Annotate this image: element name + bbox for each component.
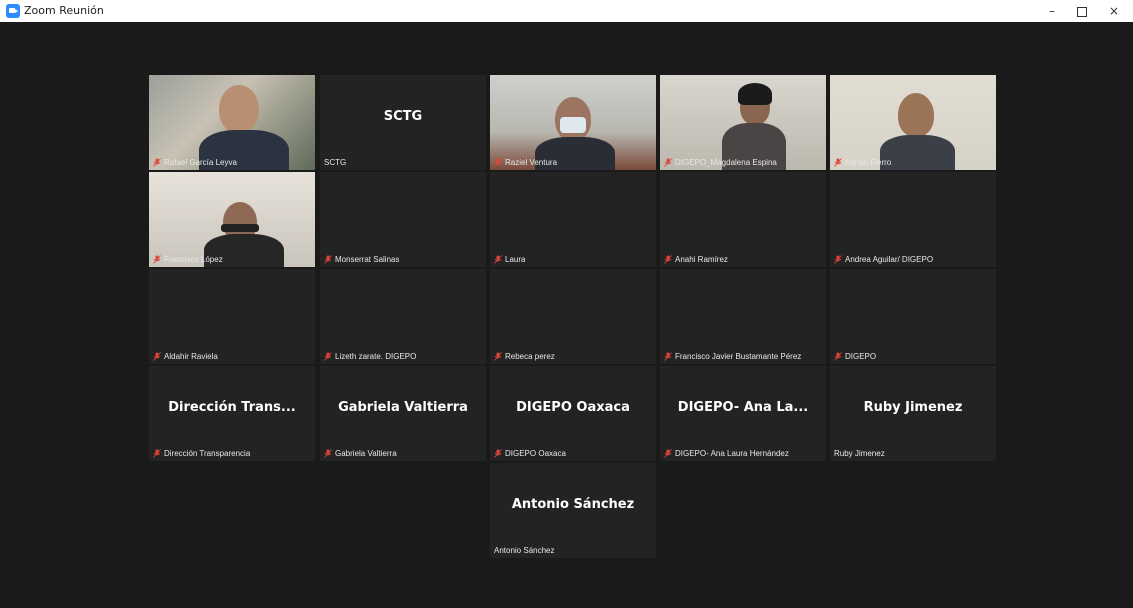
muted-microphone-icon (324, 352, 332, 361)
participant-name-label: DIGEPO Oaxaca (494, 449, 566, 458)
participant-tile[interactable]: Dirección Trans... Dirección Transparenc… (149, 366, 315, 461)
window-titlebar: Zoom Reunión – × (0, 0, 1133, 22)
participant-name-label: Monserrat Salinas (324, 255, 399, 264)
participant-center-name: DIGEPO Oaxaca (516, 400, 630, 415)
muted-microphone-icon (834, 158, 842, 167)
participant-tile[interactable]: Andrea Aguilar/ DIGEPO (830, 172, 996, 267)
muted-microphone-icon (834, 352, 842, 361)
participant-tile[interactable]: Adrian Fierro (830, 75, 996, 170)
participant-name-label: Raziel Ventura (494, 158, 557, 167)
participant-name-label: Francisco Javier Bustamante Pérez (664, 352, 801, 361)
participant-name-label: DIGEPO_Magdalena Espina (664, 158, 777, 167)
muted-microphone-icon (664, 352, 672, 361)
participant-name-label: Dirección Transparencia (153, 449, 250, 458)
participant-center-name: DIGEPO- Ana La... (677, 400, 809, 415)
gallery-view: Rafael García Leyva SCTG SCTG Raziel Ven… (6, 22, 1127, 608)
muted-microphone-icon (494, 352, 502, 361)
participant-name-label: Aldahir Raviela (153, 352, 218, 361)
participant-tile[interactable]: Francisco López (149, 172, 315, 267)
participant-center-name: Gabriela Valtierra (338, 400, 468, 415)
muted-microphone-icon (494, 449, 502, 458)
participant-name-label: Antonio Sánchez (494, 546, 555, 555)
participant-tile[interactable]: DIGEPO (830, 269, 996, 364)
participant-name-label: Adrian Fierro (834, 158, 891, 167)
participant-tile[interactable]: Anahi Ramírez (660, 172, 826, 267)
participant-tile[interactable]: Ruby Jimenez Ruby Jimenez (830, 366, 996, 461)
window-title: Zoom Reunión (24, 4, 104, 17)
participant-name-label: Rebeca perez (494, 352, 555, 361)
participant-tile[interactable]: Rafael García Leyva (149, 75, 315, 170)
participant-tile[interactable]: DIGEPO- Ana La... DIGEPO- Ana Laura Hern… (660, 366, 826, 461)
maximize-icon (1077, 7, 1087, 17)
muted-microphone-icon (664, 158, 672, 167)
participant-center-name: Dirección Trans... (168, 400, 296, 415)
muted-microphone-icon (834, 255, 842, 264)
participant-name-label: SCTG (324, 158, 347, 167)
muted-microphone-icon (153, 449, 161, 458)
participant-center-name: Ruby Jimenez (863, 400, 963, 415)
participant-video (149, 172, 315, 267)
minimize-button[interactable]: – (1037, 0, 1067, 22)
participant-name-label: Anahi Ramírez (664, 255, 728, 264)
participant-center-name: SCTG (383, 109, 423, 124)
participant-tile[interactable]: Francisco Javier Bustamante Pérez (660, 269, 826, 364)
participant-tile[interactable]: Laura (490, 172, 656, 267)
muted-microphone-icon (153, 158, 161, 167)
participant-tile[interactable]: Gabriela Valtierra Gabriela Valtierra (320, 366, 486, 461)
participant-name-label: Rafael García Leyva (153, 158, 237, 167)
maximize-button[interactable] (1067, 0, 1097, 22)
participant-name-label: Laura (494, 255, 525, 264)
participant-name-label: Ruby Jimenez (834, 449, 885, 458)
participant-tile[interactable]: Raziel Ventura (490, 75, 656, 170)
participant-tile[interactable]: Aldahir Raviela (149, 269, 315, 364)
participant-tile[interactable]: Lizeth zarate. DIGEPO (320, 269, 486, 364)
participant-name-label: Lizeth zarate. DIGEPO (324, 352, 416, 361)
participant-center-name: Antonio Sánchez (511, 497, 635, 512)
participant-name-label: DIGEPO- Ana Laura Hernández (664, 449, 789, 458)
muted-microphone-icon (153, 352, 161, 361)
participant-name-label: Gabriela Valtierra (324, 449, 397, 458)
close-button[interactable]: × (1099, 0, 1129, 22)
participant-video (660, 75, 826, 170)
participant-name-label: Andrea Aguilar/ DIGEPO (834, 255, 933, 264)
muted-microphone-icon (153, 255, 161, 264)
zoom-app-icon (6, 4, 20, 18)
participant-tile[interactable]: SCTG SCTG (320, 75, 486, 170)
muted-microphone-icon (664, 255, 672, 264)
muted-microphone-icon (494, 255, 502, 264)
participant-tile[interactable]: Monserrat Salinas (320, 172, 486, 267)
muted-microphone-icon (324, 255, 332, 264)
participant-tile[interactable]: Rebeca perez (490, 269, 656, 364)
muted-microphone-icon (664, 449, 672, 458)
participant-video (490, 75, 656, 170)
participant-name-label: DIGEPO (834, 352, 876, 361)
participant-tile[interactable]: DIGEPO_Magdalena Espina (660, 75, 826, 170)
muted-microphone-icon (324, 449, 332, 458)
participant-tile[interactable]: DIGEPO Oaxaca DIGEPO Oaxaca (490, 366, 656, 461)
muted-microphone-icon (494, 158, 502, 167)
participant-name-label: Francisco López (153, 255, 223, 264)
participant-tile[interactable]: Antonio Sánchez Antonio Sánchez (490, 463, 656, 558)
participant-video (149, 75, 315, 170)
participant-video (830, 75, 996, 170)
